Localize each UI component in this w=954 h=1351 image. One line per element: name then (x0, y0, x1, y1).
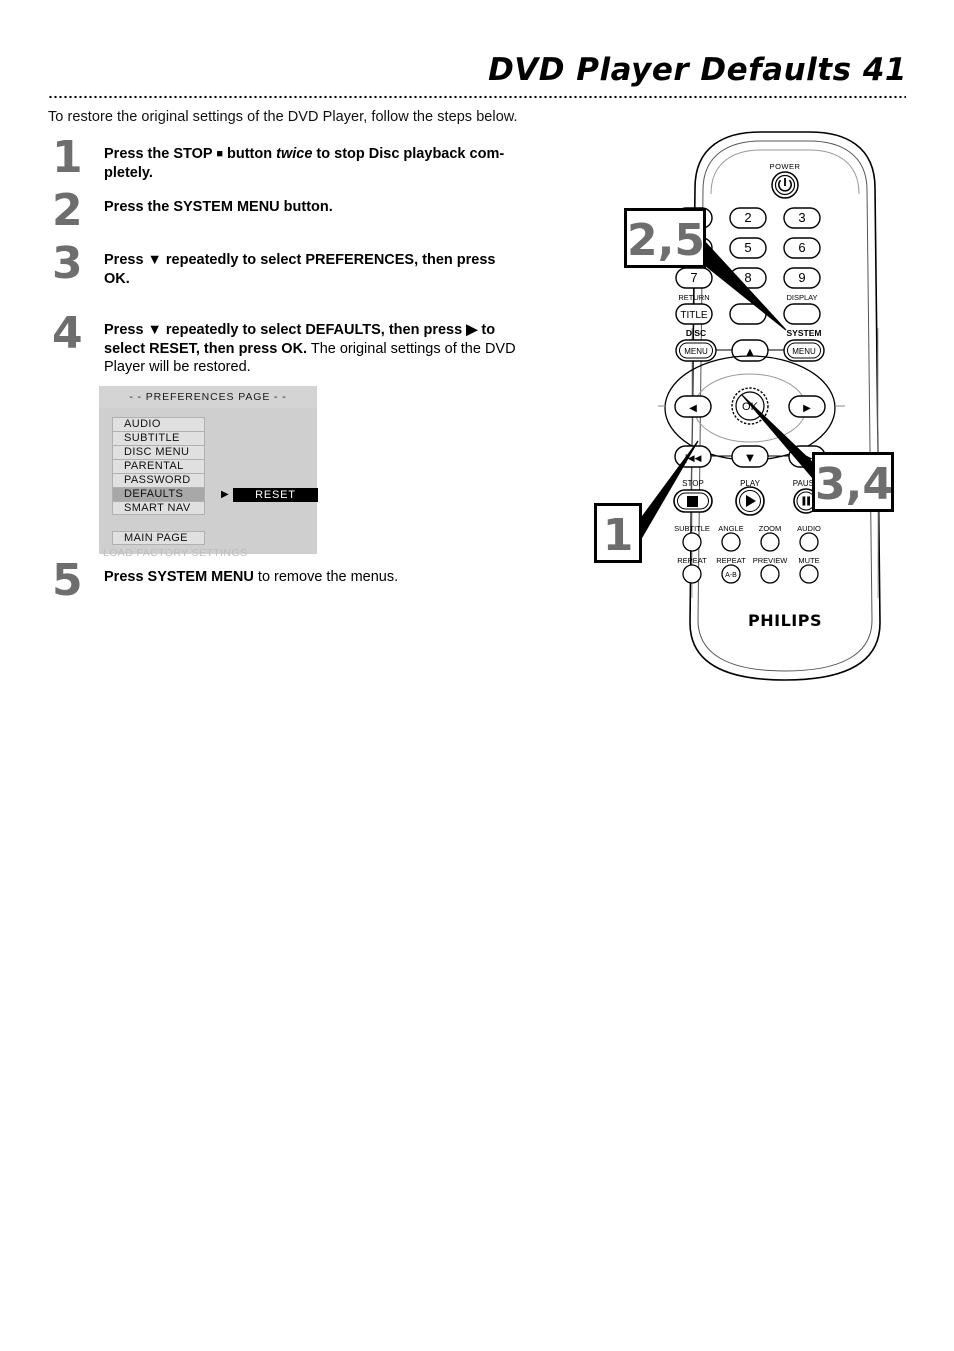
svg-text:6: 6 (798, 240, 805, 255)
svg-text:MENU: MENU (792, 347, 816, 356)
svg-text:AUDIO: AUDIO (797, 524, 821, 533)
svg-text:REPEAT: REPEAT (677, 556, 707, 565)
osd-main-page-row[interactable]: MAIN PAGE (112, 531, 205, 545)
osd-reset-highlight[interactable]: RESET (233, 488, 318, 502)
angle-button (721, 532, 741, 552)
repeat-button (682, 564, 702, 584)
osd-row-label: DEFAULTS (124, 488, 184, 500)
page-title: DVD Player Defaults 41 (488, 52, 907, 88)
step-text: Press ▼ repeatedly to select DEFAULTS, t… (104, 322, 516, 376)
callout-steps-3-4: 3,4 (812, 452, 894, 512)
osd-row[interactable]: SMART NAV (112, 501, 205, 515)
svg-text:ZOOM: ZOOM (759, 524, 782, 533)
svg-text:3: 3 (798, 210, 805, 225)
svg-text:STOP: STOP (682, 479, 704, 488)
callout-steps-2-5: 2,5 (624, 208, 706, 268)
display-button (783, 303, 821, 325)
svg-text:OK: OK (742, 401, 759, 413)
svg-text:8: 8 (744, 270, 751, 285)
svg-text:MENU: MENU (684, 347, 708, 356)
svg-text:DISC: DISC (686, 328, 706, 338)
osd-title: - - PREFERENCES PAGE - - (99, 386, 317, 408)
audio-button (799, 532, 819, 552)
step-number: 4 (52, 308, 83, 359)
header-divider (48, 95, 906, 99)
callout-step-1: 1 (594, 503, 642, 563)
svg-text:A-B: A-B (725, 572, 737, 579)
svg-text:2: 2 (744, 210, 751, 225)
svg-text:◀: ◀ (689, 403, 697, 414)
osd-row-defaults[interactable]: DEFAULTS ▶ RESET (112, 487, 318, 502)
osd-row[interactable]: AUDIO (112, 417, 205, 431)
step-number: 2 (52, 185, 83, 236)
svg-text:▼: ▼ (746, 453, 754, 464)
philips-logo: PHILIPS (748, 611, 822, 630)
svg-text:ANGLE: ANGLE (718, 524, 743, 533)
svg-text:POWER: POWER (770, 162, 801, 171)
step-number: 3 (52, 238, 83, 289)
step-text: Press SYSTEM MENU to remove the menus. (104, 569, 399, 585)
osd-row-list: AUDIO SUBTITLE DISC MENU PARENTAL PASSWO… (99, 417, 318, 515)
svg-text:SUBTITLE: SUBTITLE (674, 524, 710, 533)
intro-text: To restore the original settings of the … (48, 109, 518, 125)
osd-footer-text: LOAD FACTORY SETTINGS (103, 547, 248, 559)
svg-text:SYSTEM: SYSTEM (787, 328, 822, 338)
svg-text:5: 5 (744, 240, 751, 255)
svg-text:DISPLAY: DISPLAY (786, 293, 817, 302)
svg-text:TITLE: TITLE (680, 310, 708, 321)
preview-button (760, 564, 780, 584)
step-text: Press the SYSTEM MENU button. (104, 199, 333, 215)
step-text: Press the STOP ■ button twice to stop Di… (104, 146, 505, 181)
svg-text:7: 7 (690, 270, 697, 285)
osd-row[interactable]: SUBTITLE (112, 431, 205, 445)
osd-row[interactable]: PASSWORD (112, 473, 205, 487)
step-text: Press ▼ repeatedly to select PREFERENCES… (104, 252, 496, 287)
chevron-right-icon: ▶ (221, 489, 230, 500)
svg-text:RETURN: RETURN (678, 293, 709, 302)
zero-button (729, 303, 767, 325)
stop-icon (687, 496, 698, 507)
subtitle-button (682, 532, 702, 552)
svg-text:MUTE: MUTE (798, 556, 819, 565)
svg-text:PREVIEW: PREVIEW (753, 556, 789, 565)
osd-row[interactable]: DISC MENU (112, 445, 205, 459)
step-number: 1 (52, 132, 83, 183)
mute-button (799, 564, 819, 584)
zoom-button (760, 532, 780, 552)
svg-text:|◀◀: |◀◀ (685, 454, 702, 464)
svg-text:9: 9 (798, 270, 805, 285)
step-number: 5 (52, 555, 83, 606)
svg-text:▶: ▶ (803, 403, 811, 414)
svg-text:REPEAT: REPEAT (716, 556, 746, 565)
osd-preferences-screenshot: - - PREFERENCES PAGE - - AUDIO SUBTITLE … (99, 386, 318, 559)
osd-row[interactable]: PARENTAL (112, 459, 205, 473)
